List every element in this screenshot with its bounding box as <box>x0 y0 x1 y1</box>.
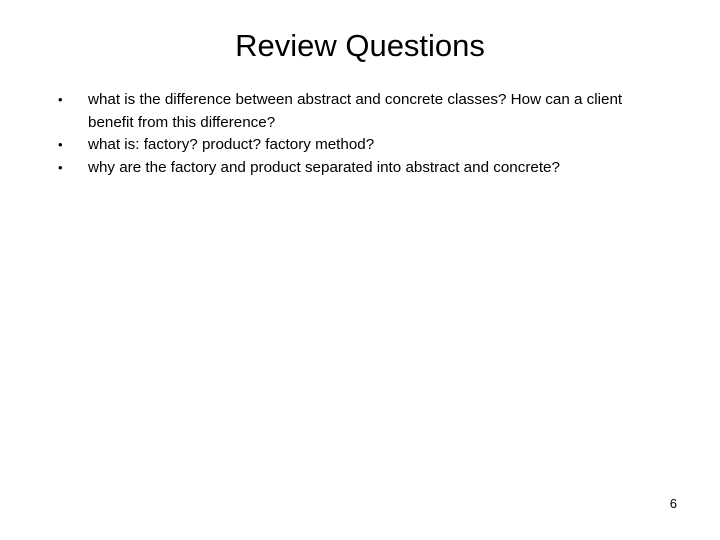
question-list: • what is the difference between abstrac… <box>58 89 658 179</box>
bullet-icon: • <box>58 92 63 107</box>
bullet-icon: • <box>58 137 63 152</box>
list-item: • what is the difference between abstrac… <box>58 89 658 134</box>
question-text: what is the difference between abstract … <box>88 91 623 131</box>
list-item: • what is: factory? product? factory met… <box>58 134 658 157</box>
question-text: what is: factory? product? factory metho… <box>88 136 375 153</box>
list-item: • why are the factory and product separa… <box>58 157 658 180</box>
slide-title: Review Questions <box>235 28 485 63</box>
page-number: 6 <box>669 496 677 511</box>
bullet-icon: • <box>58 159 63 175</box>
slide: Review Questions • what is the differenc… <box>0 0 720 540</box>
question-text: why are the factory and product separate… <box>88 158 560 176</box>
